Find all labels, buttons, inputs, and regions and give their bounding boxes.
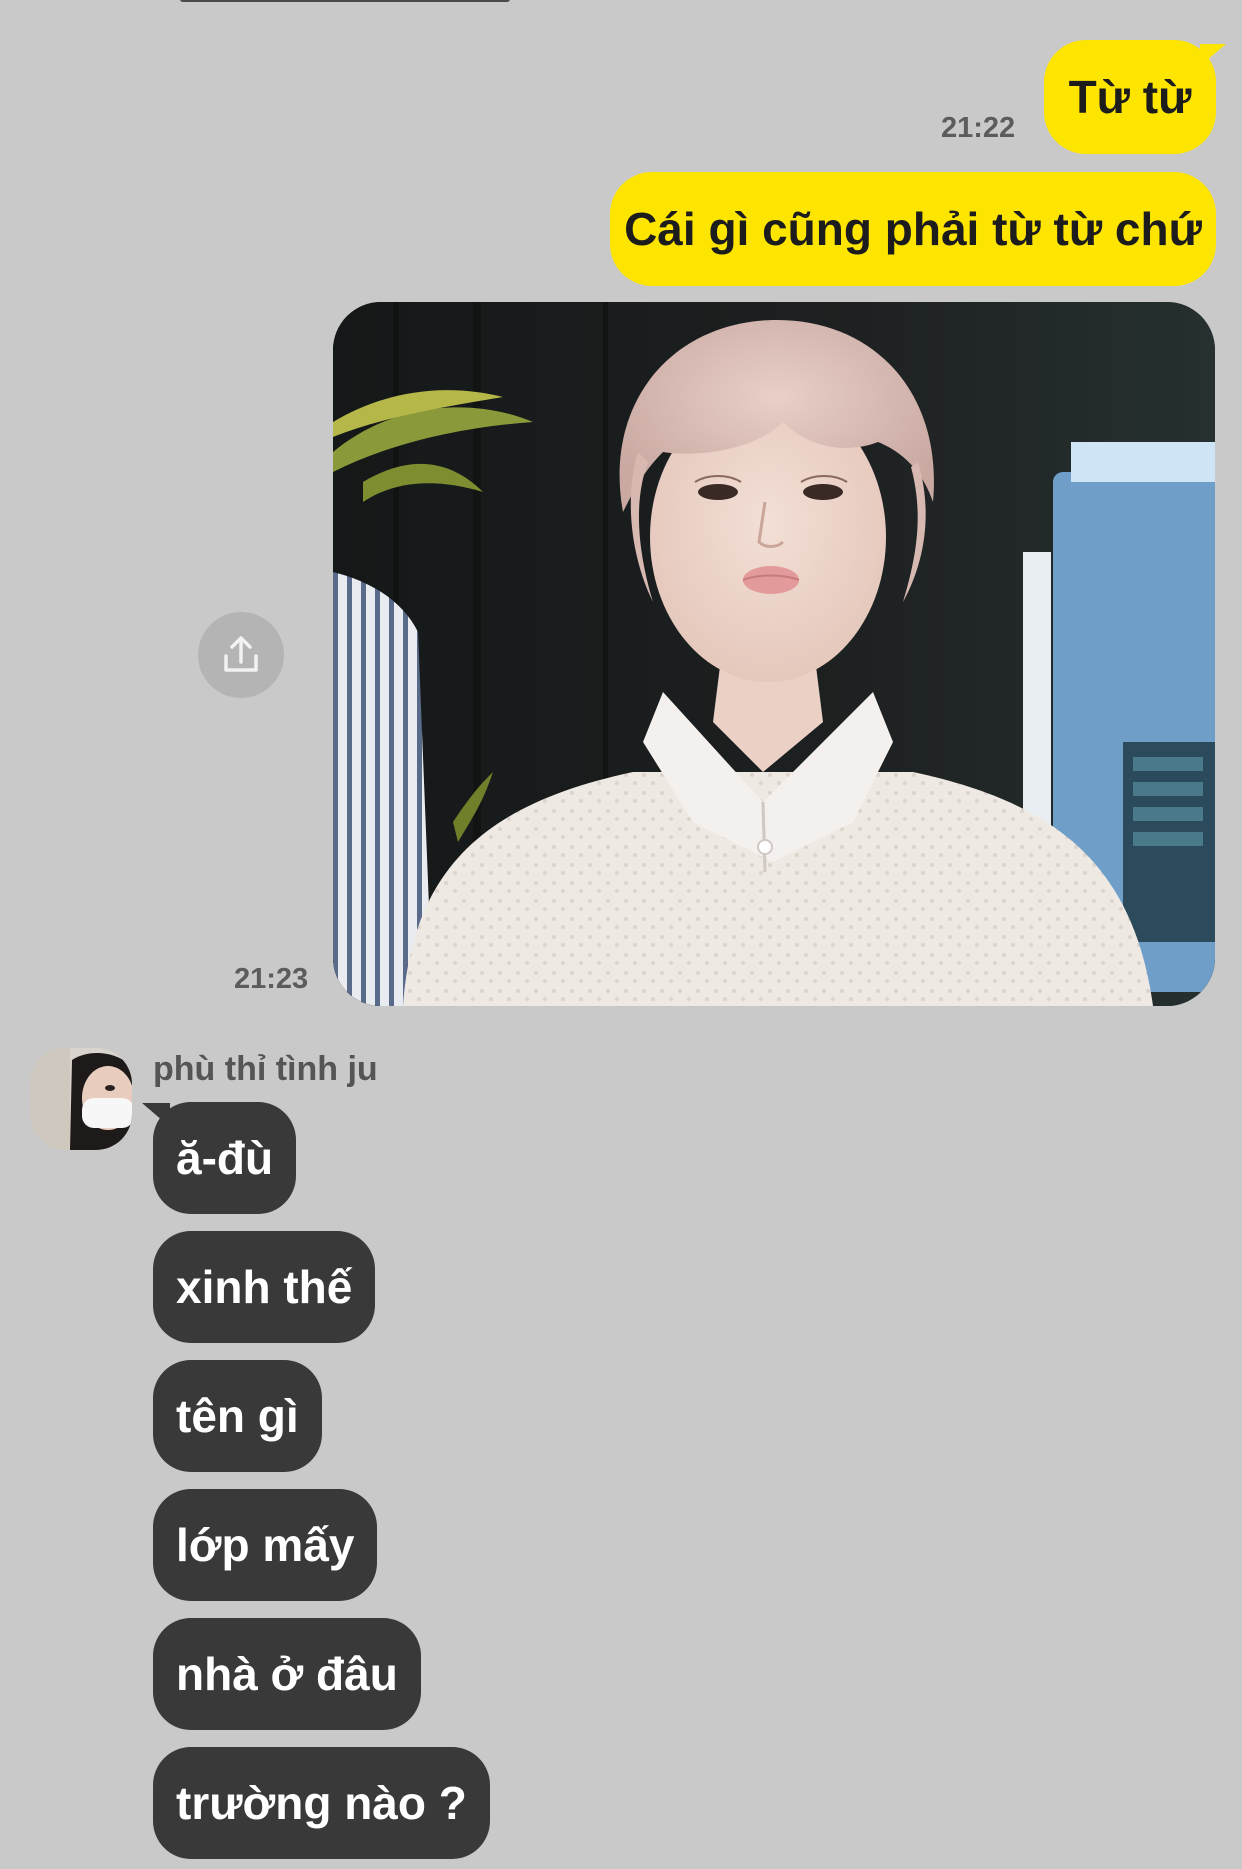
incoming-message-bubble[interactable]: xinh thế xyxy=(153,1231,376,1343)
previous-message-edge xyxy=(180,0,510,2)
share-upload-icon xyxy=(224,636,258,672)
incoming-message-text: trường nào ? xyxy=(176,1777,467,1829)
incoming-message-bubble[interactable]: tên gì xyxy=(153,1360,322,1472)
incoming-message-bubble[interactable]: ă-đù xyxy=(153,1102,297,1214)
sender-name[interactable]: phù thỉ tình ju xyxy=(153,1050,378,1089)
outgoing-message-text: Từ từ xyxy=(1068,71,1192,123)
incoming-message-text: tên gì xyxy=(176,1390,299,1442)
message-timestamp: 21:22 xyxy=(941,112,1016,144)
outgoing-message-bubble[interactable]: Cái gì cũng phải từ từ chứ xyxy=(610,172,1216,286)
photo-image xyxy=(333,302,1215,1006)
incoming-message-text: nhà ở đâu xyxy=(176,1648,398,1700)
outgoing-bubble-tail xyxy=(1200,44,1226,66)
photo-timestamp: 21:23 xyxy=(234,963,309,995)
outgoing-message-bubble[interactable]: Từ từ xyxy=(1044,40,1216,154)
incoming-message-bubble[interactable]: lớp mấy xyxy=(153,1489,378,1601)
incoming-message-text: xinh thế xyxy=(176,1261,353,1313)
photo-message[interactable] xyxy=(333,302,1215,1006)
incoming-message-text: lớp mấy xyxy=(176,1519,355,1571)
outgoing-message-text: Cái gì cũng phải từ từ chứ xyxy=(624,203,1202,255)
incoming-message-bubble[interactable]: trường nào ? xyxy=(153,1747,490,1859)
sender-avatar[interactable] xyxy=(30,1048,132,1150)
avatar-masked-person-icon xyxy=(30,1048,132,1150)
share-button[interactable] xyxy=(198,612,284,698)
incoming-message-bubble[interactable]: nhà ở đâu xyxy=(153,1618,421,1730)
incoming-message-text: ă-đù xyxy=(176,1132,274,1184)
